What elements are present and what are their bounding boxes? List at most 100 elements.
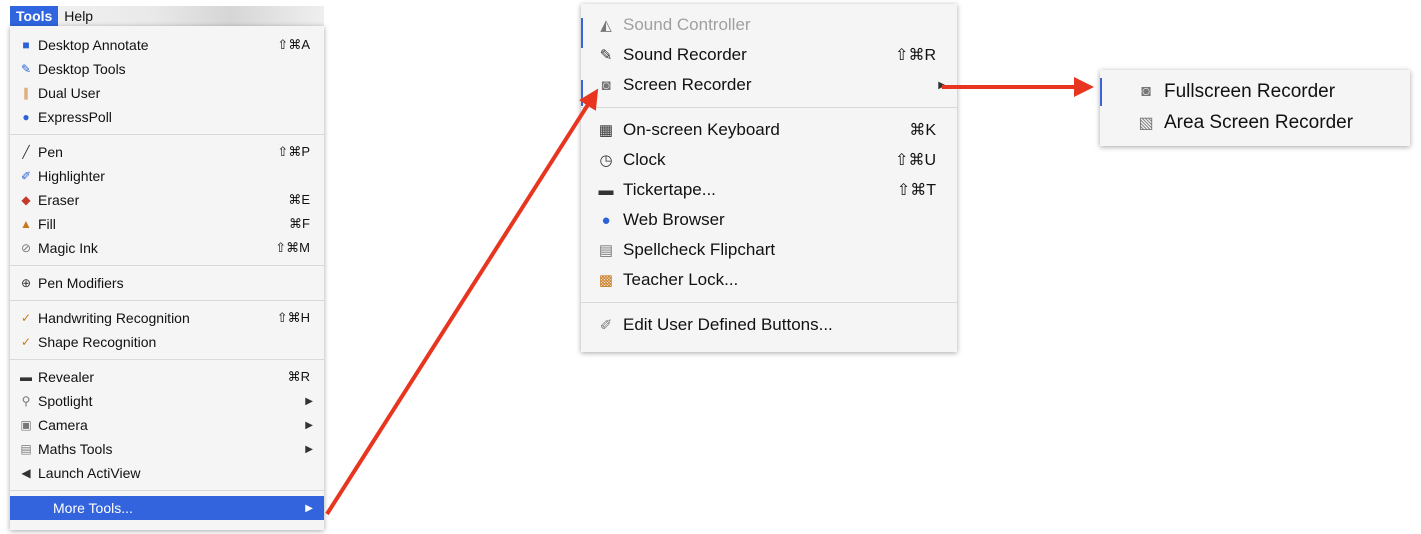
tickertape-icon: ▬ bbox=[598, 181, 614, 199]
shortcut: ⇧⌘T bbox=[896, 182, 936, 199]
menu-item-label: ExpressPoll bbox=[38, 109, 112, 125]
edit-buttons-icon: ✐ bbox=[599, 317, 613, 334]
menu-item-label: Revealer bbox=[38, 369, 95, 385]
menu-item-label: Pen Modifiers bbox=[38, 275, 124, 291]
menu-item-label: Sound Controller bbox=[623, 15, 751, 34]
desktop-annotate-icon: ■ bbox=[22, 38, 30, 52]
separator bbox=[10, 300, 324, 301]
menu-item-edit-user-defined-buttons[interactable]: ✐ Edit User Defined Buttons... bbox=[581, 310, 957, 340]
menu-item-eraser[interactable]: ◆ Eraser ⌘E bbox=[10, 188, 324, 212]
menu-item-label: Edit User Defined Buttons... bbox=[623, 315, 833, 334]
menu-item-magic-ink[interactable]: ⊘ Magic Ink ⇧⌘M bbox=[10, 236, 324, 260]
menu-item-more-tools[interactable]: More Tools... ▶ bbox=[10, 496, 324, 520]
shortcut: ⌘R bbox=[287, 369, 310, 384]
camera-icon: ▣ bbox=[20, 418, 32, 432]
shortcut: ⌘K bbox=[909, 122, 936, 139]
menu-item-pen[interactable]: ╱ Pen ⇧⌘P bbox=[10, 140, 324, 164]
speaker-icon: ◭ bbox=[600, 17, 612, 34]
menu-item-label: Magic Ink bbox=[38, 240, 98, 256]
menu-item-shape-recognition[interactable]: ✓ Shape Recognition bbox=[10, 330, 324, 354]
video-camera-icon: ◙ bbox=[1141, 82, 1151, 100]
menu-item-label: Teacher Lock... bbox=[623, 270, 739, 289]
menu-item-handwriting-recognition[interactable]: ✓ Handwriting Recognition ⇧⌘H bbox=[10, 306, 324, 330]
eraser-icon: ◆ bbox=[21, 193, 31, 207]
shortcut: ⇧⌘U bbox=[895, 152, 936, 169]
menu-item-desktop-tools[interactable]: ✎ Desktop Tools bbox=[10, 57, 324, 81]
menu-item-teacher-lock[interactable]: ▩ Teacher Lock... bbox=[581, 265, 957, 295]
menu-item-dual-user[interactable]: ∥ Dual User bbox=[10, 81, 324, 105]
menu-item-label: More Tools... bbox=[53, 500, 133, 516]
shortcut: ⌘F bbox=[289, 216, 310, 231]
spotlight-icon: ⚲ bbox=[21, 394, 31, 408]
menu-item-fullscreen-recorder[interactable]: ◙ Fullscreen Recorder bbox=[1100, 76, 1410, 107]
dual-user-icon: ∥ bbox=[23, 86, 29, 100]
menu-item-label: On-screen Keyboard bbox=[623, 120, 780, 139]
shortcut: ⇧⌘H bbox=[276, 310, 310, 325]
menu-item-area-screen-recorder[interactable]: ▧ Area Screen Recorder bbox=[1100, 107, 1410, 138]
menu-item-label: Highlighter bbox=[38, 168, 105, 184]
menu-item-label: Desktop Annotate bbox=[38, 37, 149, 53]
menubar-help[interactable]: Help bbox=[58, 6, 99, 26]
revealer-icon: ▬ bbox=[20, 370, 32, 384]
menu-bar: Tools Help bbox=[10, 6, 324, 26]
menu-item-clock[interactable]: ◷ Clock ⇧⌘U bbox=[581, 145, 957, 175]
menu-item-label: Desktop Tools bbox=[38, 61, 126, 77]
menu-item-label: Sound Recorder bbox=[623, 45, 747, 64]
menu-item-web-browser[interactable]: ● Web Browser bbox=[581, 205, 957, 235]
handwriting-recognition-icon: ✓ bbox=[20, 311, 32, 325]
menu-item-screen-recorder[interactable]: ◙ Screen Recorder ▶ bbox=[581, 70, 957, 100]
menu-item-pen-modifiers[interactable]: ⊕ Pen Modifiers bbox=[10, 271, 324, 295]
menu-item-label: Shape Recognition bbox=[38, 334, 157, 350]
menu-item-tickertape[interactable]: ▬ Tickertape... ⇧⌘T bbox=[581, 175, 957, 205]
spellcheck-icon: ▤ bbox=[598, 242, 614, 259]
screen-recorder-submenu: ◙ Fullscreen Recorder ▧ Area Screen Reco… bbox=[1100, 70, 1410, 146]
menu-item-onscreen-keyboard[interactable]: ▦ On-screen Keyboard ⌘K bbox=[581, 115, 957, 145]
menu-item-label: Launch ActiView bbox=[38, 465, 141, 481]
area-recorder-icon: ▧ bbox=[1138, 114, 1154, 132]
shape-recognition-icon: ✓ bbox=[20, 335, 32, 349]
menu-item-label: Area Screen Recorder bbox=[1164, 111, 1354, 133]
separator bbox=[10, 490, 324, 491]
expresspoll-icon: ● bbox=[22, 110, 30, 124]
separator bbox=[581, 107, 957, 108]
tools-menu: ■ Desktop Annotate ⇧⌘A ✎ Desktop Tools ∥… bbox=[10, 26, 324, 530]
menubar-tools[interactable]: Tools bbox=[10, 6, 59, 26]
menu-item-label: Dual User bbox=[38, 85, 101, 101]
menu-item-spotlight[interactable]: ⚲ Spotlight ▶ bbox=[10, 389, 324, 413]
menu-item-desktop-annotate[interactable]: ■ Desktop Annotate ⇧⌘A bbox=[10, 33, 324, 57]
separator bbox=[10, 265, 324, 266]
actiview-icon: ◀ bbox=[21, 466, 31, 480]
desktop-tools-icon: ✎ bbox=[20, 62, 32, 76]
video-camera-icon: ◙ bbox=[601, 76, 611, 94]
magic-ink-icon: ⊘ bbox=[20, 241, 32, 255]
menu-item-sound-controller: ◭ Sound Controller bbox=[581, 10, 957, 40]
separator bbox=[10, 134, 324, 135]
menu-item-highlighter[interactable]: ✐ Highlighter bbox=[10, 164, 324, 188]
menu-item-label: Clock bbox=[623, 150, 666, 169]
menu-item-spellcheck-flipchart[interactable]: ▤ Spellcheck Flipchart bbox=[581, 235, 957, 265]
submenu-arrow-icon: ▶ bbox=[305, 395, 313, 407]
pen-icon: ╱ bbox=[22, 145, 30, 159]
shortcut: ⌘E bbox=[288, 192, 310, 207]
arrow-more-tools-to-submenu bbox=[325, 88, 599, 516]
pen-modifiers-icon: ⊕ bbox=[20, 276, 32, 290]
menu-item-label: Fullscreen Recorder bbox=[1164, 80, 1336, 102]
fill-icon: ▲ bbox=[20, 217, 32, 231]
shortcut: ⇧⌘M bbox=[275, 240, 310, 255]
menu-item-fill[interactable]: ▲ Fill ⌘F bbox=[10, 212, 324, 236]
menu-item-sound-recorder[interactable]: ✎ Sound Recorder ⇧⌘R bbox=[581, 40, 957, 70]
more-tools-submenu: ◭ Sound Controller ✎ Sound Recorder ⇧⌘R … bbox=[581, 4, 957, 352]
menu-item-camera[interactable]: ▣ Camera ▶ bbox=[10, 413, 324, 437]
shortcut: ⇧⌘A bbox=[277, 37, 310, 52]
submenu-arrow-icon: ▶ bbox=[305, 502, 313, 514]
submenu-arrow-icon: ▶ bbox=[305, 419, 313, 431]
menu-item-revealer[interactable]: ▬ Revealer ⌘R bbox=[10, 365, 324, 389]
submenu-arrow-icon: ▶ bbox=[305, 443, 313, 455]
microphone-icon: ✎ bbox=[599, 47, 613, 64]
globe-icon: ● bbox=[601, 211, 611, 229]
menu-item-launch-actiview[interactable]: ◀ Launch ActiView bbox=[10, 461, 324, 485]
menu-item-expresspoll[interactable]: ● ExpressPoll bbox=[10, 105, 324, 129]
menu-item-label: Handwriting Recognition bbox=[38, 310, 190, 326]
menu-item-maths-tools[interactable]: ▤ Maths Tools ▶ bbox=[10, 437, 324, 461]
menu-item-label: Pen bbox=[38, 144, 63, 160]
